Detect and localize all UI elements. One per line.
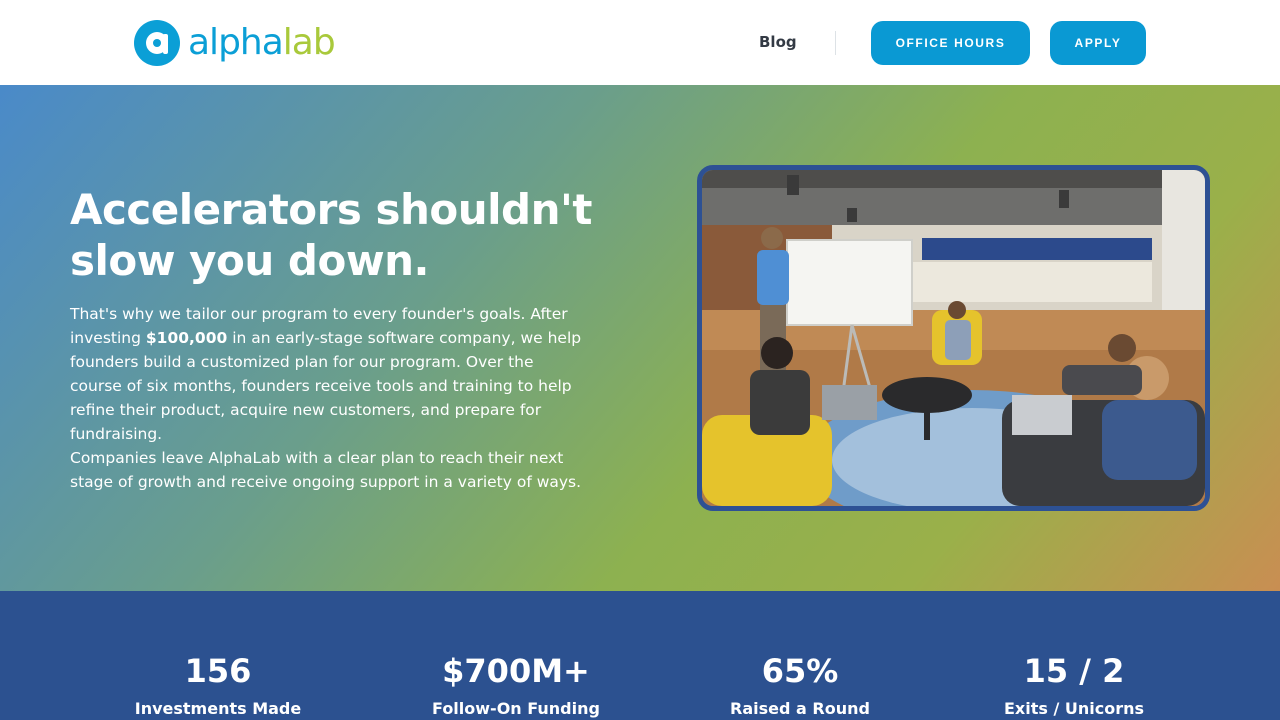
investment-amount: $100,000 xyxy=(145,329,228,347)
alphalab-logo[interactable]: alphalab xyxy=(134,19,336,67)
site-header: alphalab Blog OFFICE HOURS APPLY xyxy=(0,0,1280,85)
stat-label: Exits / Unicorns xyxy=(1003,699,1145,718)
nav-divider xyxy=(835,31,836,55)
hero-section: Accelerators shouldn't slow you down. Th… xyxy=(0,85,1280,591)
hero-title: Accelerators shouldn't slow you down. xyxy=(70,185,592,285)
hero-paragraph-1: That's why we tailor our program to ever… xyxy=(70,305,582,443)
stat-label: Raised a Round xyxy=(730,699,870,718)
photo-illustration xyxy=(702,170,1205,506)
nav-blog-link[interactable]: Blog xyxy=(759,33,797,51)
stat-label: Follow-On Funding xyxy=(432,699,600,718)
alphalab-logo-icon xyxy=(134,20,180,66)
stats-section: 156 Investments Made $700M+ Follow-On Fu… xyxy=(0,591,1280,720)
office-hours-button[interactable]: OFFICE HOURS xyxy=(871,21,1030,65)
stat-value: $700M+ xyxy=(442,652,590,690)
stat-value: 15 / 2 xyxy=(1023,652,1125,690)
team-workspace-photo xyxy=(697,165,1210,511)
hero-paragraph-2: Companies leave AlphaLab with a clear pl… xyxy=(70,449,582,491)
apply-button[interactable]: APPLY xyxy=(1050,21,1146,65)
stat-value: 156 xyxy=(184,652,252,690)
stat-value: 65% xyxy=(761,652,839,690)
logo-wordmark: alphalab xyxy=(188,22,336,63)
stat-label: Investments Made xyxy=(134,699,302,718)
